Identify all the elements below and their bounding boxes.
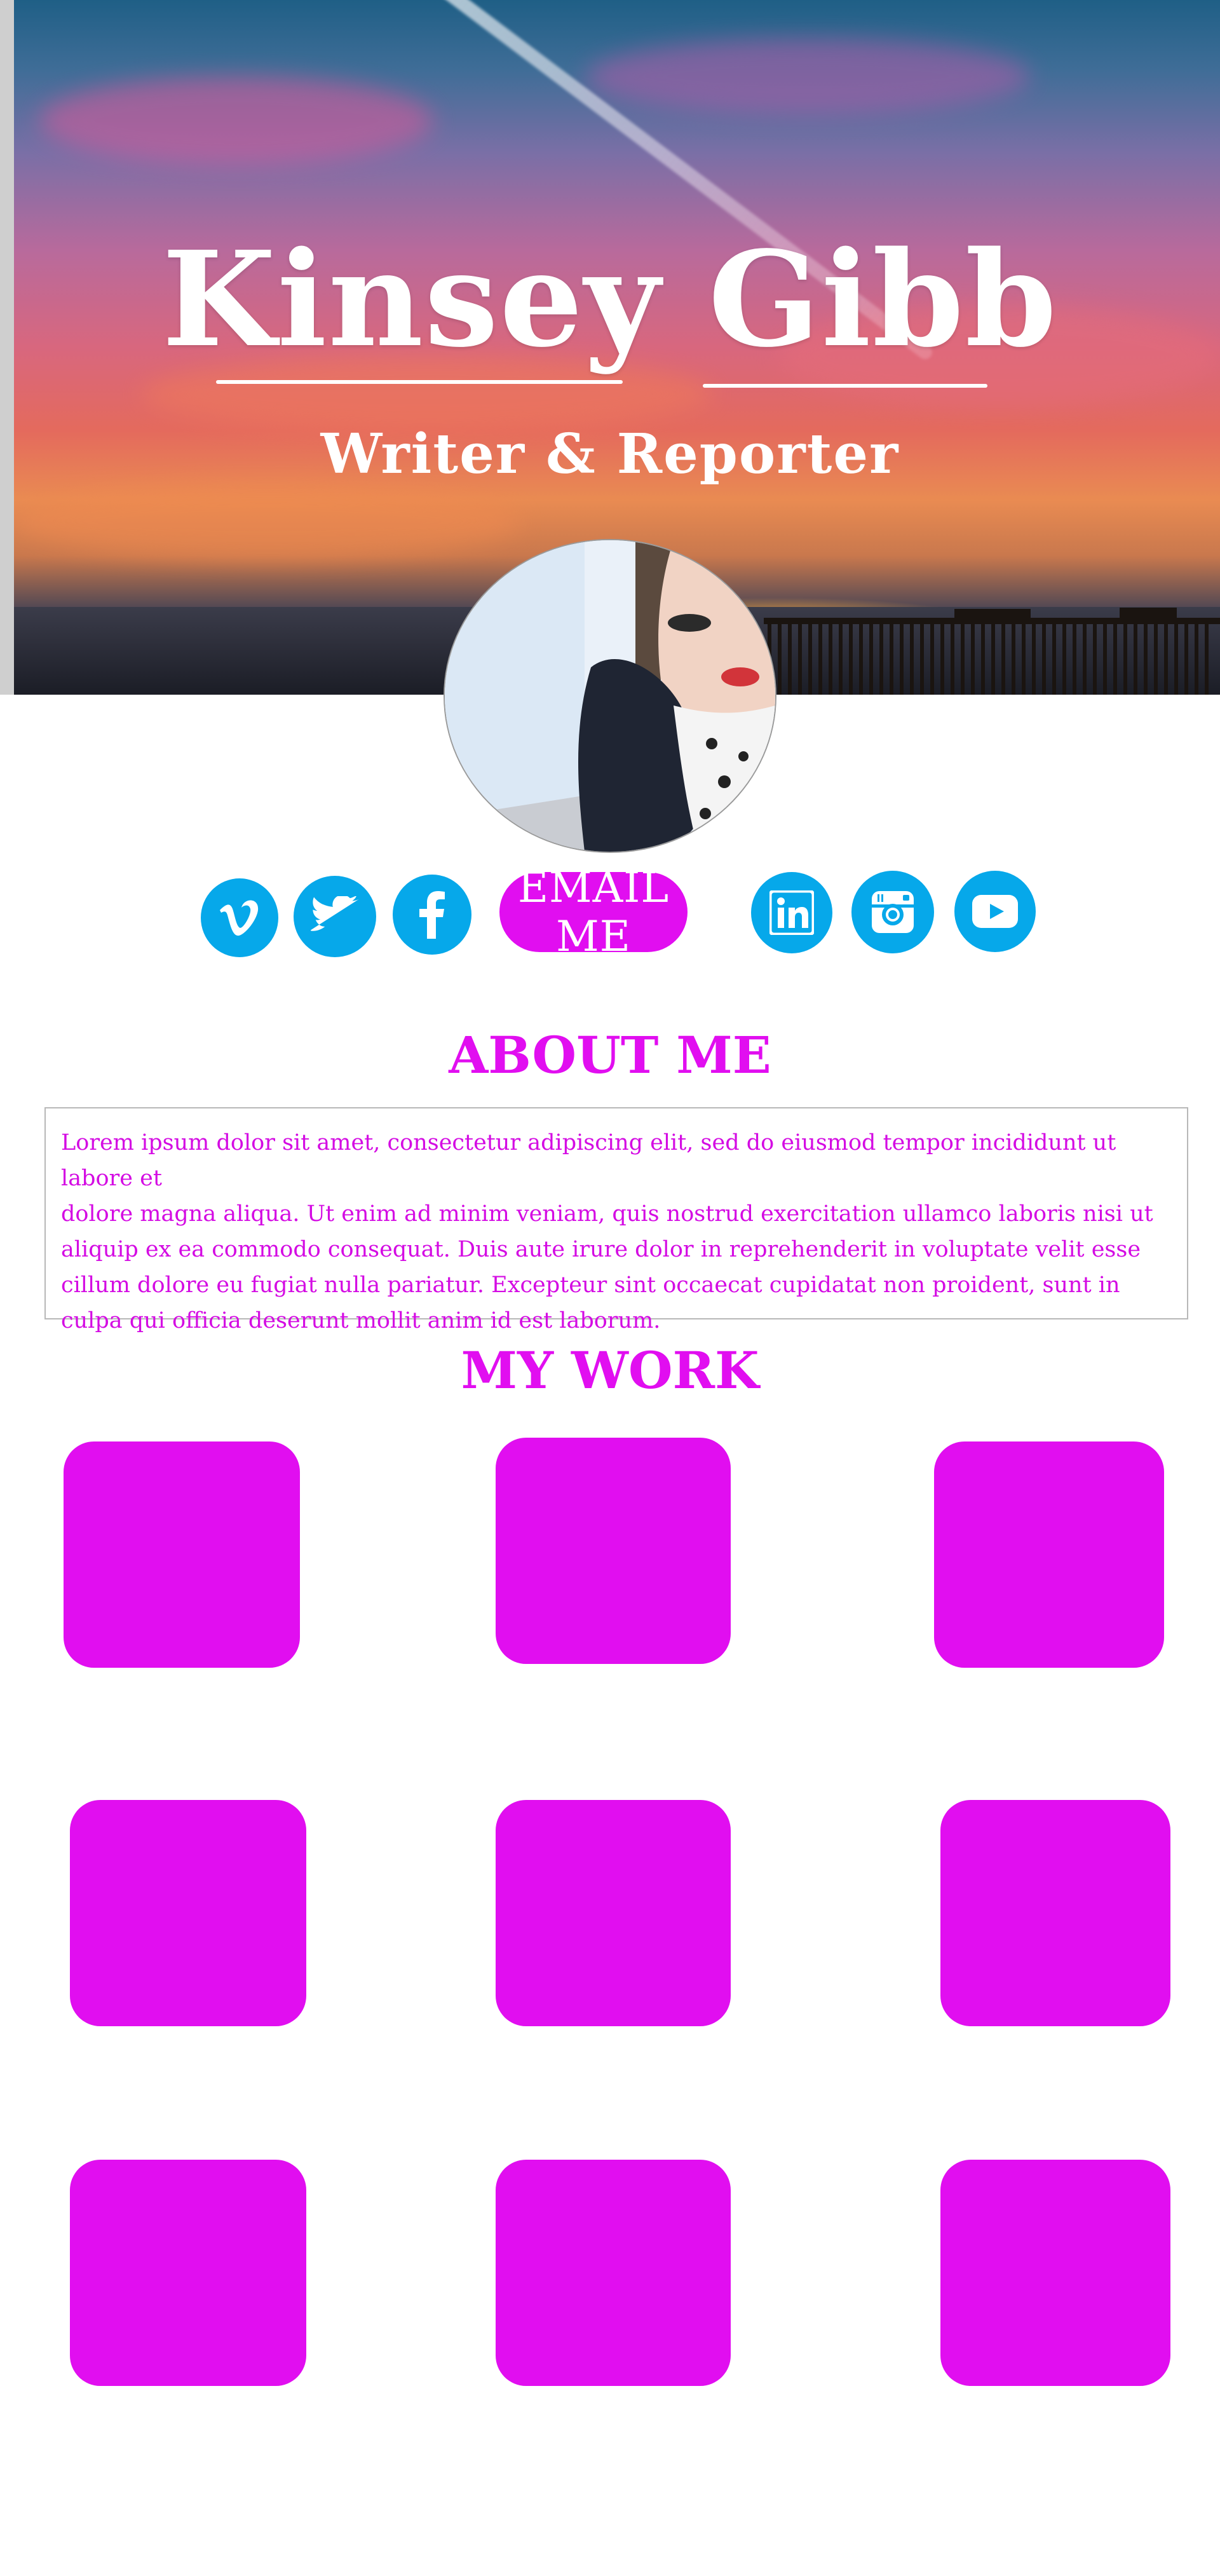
profile-photo bbox=[444, 539, 776, 853]
cloud bbox=[14, 483, 522, 559]
facebook-icon bbox=[419, 891, 445, 939]
work-tile[interactable] bbox=[70, 1800, 306, 2026]
cloud bbox=[39, 76, 433, 165]
about-text-box: Lorem ipsum dolor sit amet, consectetur … bbox=[44, 1107, 1188, 1333]
tagline: Writer & Reporter bbox=[320, 422, 900, 486]
title-underline-right bbox=[703, 384, 987, 388]
work-tile[interactable] bbox=[934, 1441, 1164, 1668]
twitter-icon bbox=[311, 896, 359, 931]
work-heading: MY WORK bbox=[461, 1340, 759, 1400]
work-tile[interactable] bbox=[496, 1800, 731, 2026]
about-heading: ABOUT ME bbox=[449, 1025, 771, 1085]
linkedin-icon bbox=[769, 890, 814, 935]
cloud bbox=[586, 38, 1031, 114]
about-text: Lorem ipsum dolor sit amet, consectetur … bbox=[61, 1130, 1153, 1333]
email-me-button[interactable]: EMAIL ME bbox=[499, 863, 688, 961]
vimeo-icon bbox=[220, 900, 259, 936]
work-tile[interactable] bbox=[64, 1441, 300, 1668]
work-tile[interactable] bbox=[70, 2160, 306, 2386]
work-tile[interactable] bbox=[940, 1800, 1170, 2026]
work-tile[interactable] bbox=[940, 2160, 1170, 2386]
linkedin-link[interactable] bbox=[751, 872, 832, 953]
work-tile[interactable] bbox=[496, 2160, 731, 2386]
title-underline-left bbox=[216, 380, 623, 384]
vimeo-link[interactable] bbox=[201, 878, 278, 957]
twitter-link[interactable] bbox=[294, 876, 376, 957]
instagram-icon bbox=[872, 891, 914, 933]
pier-silhouette bbox=[764, 608, 1220, 695]
page-title: Kinsey Gibb bbox=[162, 222, 1058, 376]
instagram-link[interactable] bbox=[851, 871, 934, 953]
work-tile[interactable] bbox=[496, 1438, 731, 1664]
youtube-icon bbox=[972, 895, 1018, 928]
youtube-link[interactable] bbox=[954, 871, 1036, 952]
facebook-link[interactable] bbox=[393, 875, 471, 955]
